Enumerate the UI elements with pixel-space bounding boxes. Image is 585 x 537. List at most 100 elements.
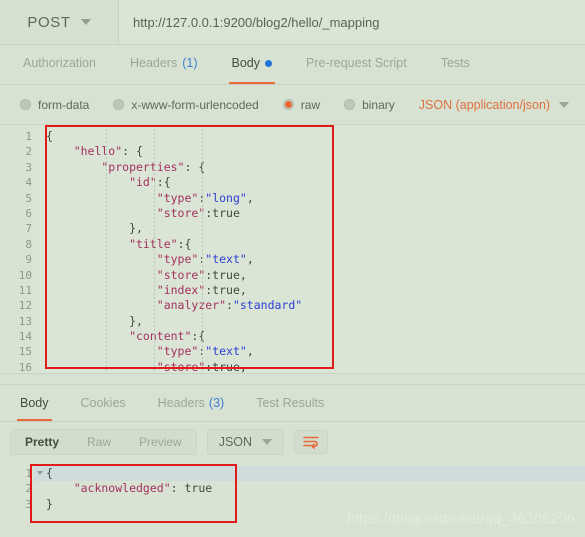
code-token: "store" bbox=[46, 267, 206, 282]
code-token: } bbox=[46, 496, 53, 511]
line-number: 4 bbox=[0, 175, 43, 190]
response-tab-body[interactable]: Body bbox=[4, 385, 65, 421]
code-line: "hello": { bbox=[46, 144, 585, 159]
code-line: "id":{ bbox=[46, 175, 585, 190]
chevron-down-icon bbox=[262, 439, 273, 445]
response-tab-headers-count: (3) bbox=[208, 396, 225, 410]
view-mode-preview[interactable]: Preview bbox=[125, 430, 196, 454]
response-view-mode-group: Pretty Raw Preview bbox=[10, 429, 197, 455]
code-line: "title":{ bbox=[46, 237, 585, 252]
tab-authorization[interactable]: Authorization bbox=[6, 45, 113, 84]
tab-pre-request-script-label: Pre-request Script bbox=[306, 56, 407, 70]
code-token: :true, bbox=[205, 282, 247, 297]
radio-raw-label: raw bbox=[300, 97, 321, 112]
code-token: { bbox=[46, 466, 53, 480]
word-wrap-icon bbox=[303, 436, 319, 449]
code-token: "long" bbox=[205, 190, 247, 205]
chevron-down-icon bbox=[80, 19, 91, 25]
view-mode-pretty[interactable]: Pretty bbox=[11, 430, 73, 454]
code-token: "index" bbox=[46, 282, 206, 297]
code-token: "store" bbox=[46, 205, 206, 220]
chevron-down-icon bbox=[559, 101, 570, 108]
line-number: 1 bbox=[0, 466, 43, 481]
http-method-label: POST bbox=[27, 13, 71, 31]
code-token: { bbox=[46, 129, 53, 143]
response-tab-test-results[interactable]: Test Results bbox=[240, 385, 340, 421]
code-line: "type":"long", bbox=[46, 191, 585, 206]
tab-tests[interactable]: Tests bbox=[424, 45, 487, 84]
code-line: { bbox=[46, 466, 585, 481]
request-code-area[interactable]: { "hello": { "properties": { "id":{ "typ… bbox=[34, 125, 585, 373]
line-number: 6 bbox=[25, 206, 32, 220]
view-mode-raw-label: Raw bbox=[87, 435, 112, 449]
code-token: "standard" bbox=[232, 298, 303, 313]
response-tab-headers-label: Headers bbox=[157, 396, 205, 410]
word-wrap-button[interactable] bbox=[294, 430, 329, 454]
code-token: "type" bbox=[46, 344, 199, 359]
radio-raw[interactable]: raw bbox=[273, 98, 330, 112]
tab-headers-label: Headers bbox=[129, 56, 178, 70]
tab-body[interactable]: Body bbox=[215, 45, 290, 84]
radio-binary[interactable]: binary bbox=[334, 98, 405, 112]
radio-icon bbox=[20, 99, 31, 110]
response-tab-headers[interactable]: Headers (3) bbox=[142, 385, 241, 421]
line-number: 3 bbox=[0, 160, 43, 175]
line-number: 12 bbox=[18, 299, 32, 313]
code-token: "id" bbox=[46, 175, 157, 190]
code-token: , bbox=[246, 344, 254, 359]
view-mode-pretty-label: Pretty bbox=[25, 435, 60, 449]
content-type-label: JSON (application/json) bbox=[418, 97, 551, 112]
url-input[interactable]: http://127.0.0.1:9200/blog2/hello/_mappi… bbox=[119, 0, 585, 44]
line-number: 11 bbox=[18, 283, 32, 297]
code-token: "analyzer" bbox=[46, 298, 227, 313]
code-token: : true bbox=[170, 481, 213, 496]
view-mode-raw[interactable]: Raw bbox=[73, 430, 125, 454]
code-token: , bbox=[246, 252, 254, 267]
response-format-selector[interactable]: JSON bbox=[206, 429, 285, 455]
code-line: "type":"text", bbox=[46, 252, 585, 267]
code-line: "store":true, bbox=[46, 268, 585, 283]
tab-tests-label: Tests bbox=[440, 56, 470, 70]
line-number: 2 bbox=[0, 144, 43, 159]
request-url-bar: POST http://127.0.0.1:9200/blog2/hello/_… bbox=[0, 0, 585, 45]
http-method-selector[interactable]: POST bbox=[0, 0, 119, 44]
line-number: 7 bbox=[25, 222, 32, 236]
tab-authorization-label: Authorization bbox=[23, 56, 96, 70]
body-modified-dot-icon bbox=[265, 59, 272, 67]
code-token: :{ bbox=[191, 329, 206, 344]
response-toolbar: Pretty Raw Preview JSON bbox=[0, 422, 585, 462]
radio-selected-icon bbox=[282, 99, 294, 110]
response-line-number-gutter: 123 bbox=[0, 462, 43, 512]
code-token: "type" bbox=[46, 252, 199, 267]
view-mode-preview-label: Preview bbox=[139, 435, 182, 449]
code-token: "type" bbox=[46, 190, 199, 205]
code-line: { bbox=[46, 129, 585, 144]
response-code-area[interactable]: { "acknowledged": true} bbox=[34, 462, 585, 512]
content-type-selector[interactable]: JSON (application/json) bbox=[418, 97, 570, 112]
code-token: :true bbox=[205, 205, 240, 220]
radio-x-www-form-urlencoded[interactable]: x-www-form-urlencoded bbox=[103, 98, 268, 112]
response-tab-test-results-label: Test Results bbox=[256, 396, 325, 410]
code-token: }, bbox=[46, 221, 143, 236]
request-tabs: Authorization Headers (1) Body Pre-reque… bbox=[0, 45, 585, 85]
pane-divider[interactable] bbox=[0, 373, 585, 385]
code-token: "properties" bbox=[46, 159, 185, 174]
code-line: "type":"text", bbox=[46, 344, 585, 359]
radio-form-data[interactable]: form-data bbox=[10, 98, 99, 112]
response-format-label: JSON bbox=[218, 435, 253, 449]
code-token: , bbox=[246, 190, 254, 205]
code-line: "index":true, bbox=[46, 283, 585, 298]
code-token: :{ bbox=[156, 175, 171, 190]
code-line: "store":true, bbox=[46, 360, 585, 373]
line-number: 9 bbox=[25, 253, 32, 267]
code-token: "content" bbox=[46, 329, 192, 344]
watermark: https://blog.csdn.net/qq_36205206 bbox=[346, 510, 575, 526]
response-tab-cookies[interactable]: Cookies bbox=[65, 385, 142, 421]
request-body-editor[interactable]: 123456789101112131415161718 { "hello": {… bbox=[0, 125, 585, 373]
tab-pre-request-script[interactable]: Pre-request Script bbox=[289, 45, 424, 84]
line-number: 10 bbox=[18, 268, 32, 282]
line-number: 5 bbox=[25, 191, 32, 205]
code-token: "text" bbox=[205, 252, 247, 267]
tab-headers[interactable]: Headers (1) bbox=[113, 45, 215, 84]
code-line: "analyzer":"standard" bbox=[46, 298, 585, 313]
